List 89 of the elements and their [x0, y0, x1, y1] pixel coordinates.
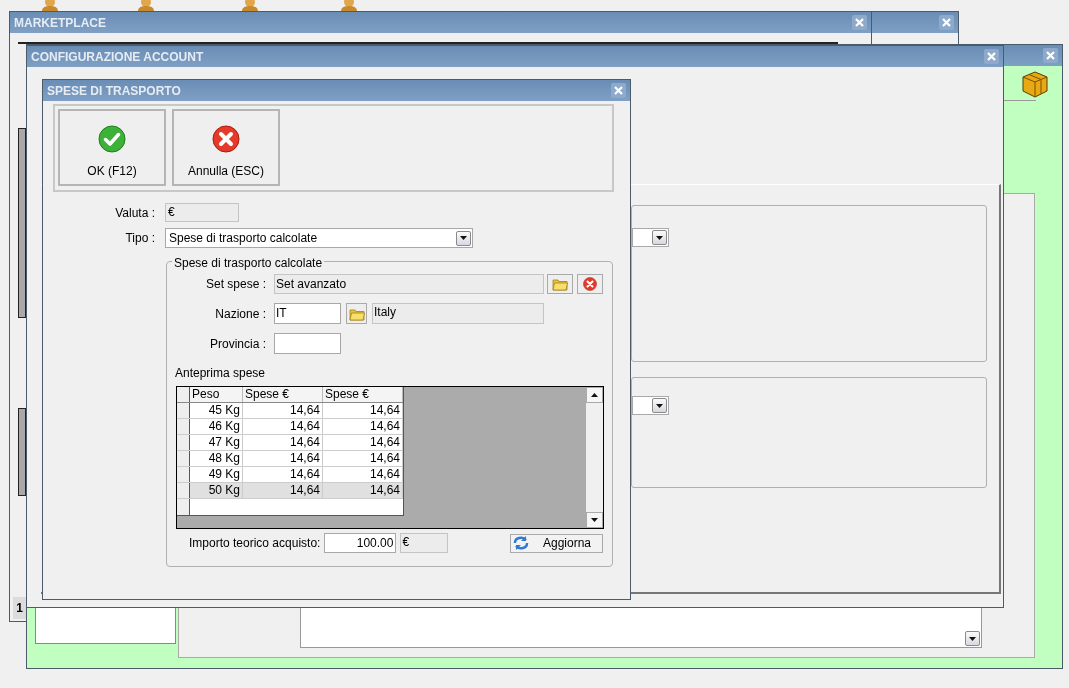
table-cell: 47 Kg: [190, 435, 243, 450]
cancel-icon: [212, 125, 240, 153]
cancel-button[interactable]: Annulla (ESC): [172, 109, 280, 186]
field-label: Tipo :: [124, 230, 155, 247]
table-row[interactable]: 46 Kg 14,64 14,64: [177, 419, 403, 435]
table-cell: 14,64: [243, 419, 323, 434]
table-cell: 14,64: [243, 435, 323, 450]
dropdown-button[interactable]: [456, 230, 471, 246]
column-header: Peso: [190, 387, 243, 402]
row-selector[interactable]: [177, 467, 190, 482]
browse-button[interactable]: [547, 274, 573, 294]
browse-button[interactable]: [346, 303, 367, 324]
scroll-down-icon: [591, 518, 598, 522]
column-header: Spese €: [323, 387, 403, 402]
dropdown-button[interactable]: [652, 398, 667, 413]
close-icon: [855, 18, 864, 27]
close-icon: [942, 18, 951, 27]
clear-button[interactable]: [577, 274, 603, 294]
person-icon: [136, 0, 156, 11]
person-icon: [240, 0, 260, 11]
table-cell: 48 Kg: [190, 451, 243, 466]
amount-field[interactable]: 100.00: [324, 533, 397, 553]
table-cell: 14,64: [323, 435, 403, 450]
dropdown-button[interactable]: [965, 631, 980, 646]
dropdown-button[interactable]: [652, 230, 667, 245]
row-selector[interactable]: [177, 483, 190, 498]
caret-icon: [656, 235, 663, 240]
table-cell: 14,64: [323, 467, 403, 482]
field-label: Valuta :: [114, 204, 155, 222]
table-cell: 14,64: [243, 467, 323, 482]
table-cell: 46 Kg: [190, 419, 243, 434]
table-row[interactable]: 50 Kg 14,64 14,64: [177, 483, 403, 499]
currency-field: €: [165, 203, 239, 222]
column-header: Spese €: [243, 387, 323, 402]
table-cell: 14,64: [243, 451, 323, 466]
person-icon: [40, 0, 60, 11]
country-code-field[interactable]: IT: [274, 303, 341, 324]
checkmark-icon: [98, 125, 126, 153]
ok-button[interactable]: OK (F12): [58, 109, 166, 186]
province-field[interactable]: [274, 333, 341, 354]
table-cell: 14,64: [323, 451, 403, 466]
folder-icon: [552, 277, 568, 291]
row-selector[interactable]: [177, 419, 190, 434]
scrollbar[interactable]: [586, 387, 603, 528]
table-cell: 49 Kg: [190, 467, 243, 482]
close-icon: [1046, 51, 1055, 60]
set-field: Set avanzato: [274, 274, 544, 294]
row-selector[interactable]: [177, 435, 190, 450]
window-title: SPESE DI TRASPORTO: [47, 82, 181, 100]
table-cell: 14,64: [323, 403, 403, 418]
package-box-icon: [1020, 69, 1050, 99]
row-selector: [177, 387, 190, 402]
scroll-up-icon: [591, 393, 598, 397]
page-tab[interactable]: 1: [13, 597, 26, 619]
table-row[interactable]: 48 Kg 14,64 14,64: [177, 451, 403, 467]
window-title: MARKETPLACE: [14, 14, 106, 32]
currency-field: €: [400, 533, 449, 553]
section-label: Anteprima spese: [175, 365, 267, 382]
close-icon: [987, 52, 996, 61]
row-selector[interactable]: [177, 403, 190, 418]
row-selector[interactable]: [177, 451, 190, 466]
table-cell: 14,64: [243, 483, 323, 498]
caret-icon: [460, 236, 467, 240]
table-row[interactable]: 49 Kg 14,64 14,64: [177, 467, 403, 483]
field-label: Importo teorico acquisto:: [189, 535, 321, 552]
cancel-icon: [583, 277, 597, 291]
caret-icon: [656, 403, 663, 408]
folder-icon: [348, 306, 365, 321]
field-label: Set spese :: [204, 276, 266, 293]
caret-icon: [969, 636, 976, 641]
person-icon: [339, 0, 359, 11]
table-cell: 14,64: [323, 419, 403, 434]
field-label: Provincia :: [208, 335, 266, 353]
table-cell: 14,64: [243, 403, 323, 418]
type-select[interactable]: Spese di trasporto calcolate: [165, 228, 473, 248]
window-title: CONFIGURAZIONE ACCOUNT: [31, 48, 204, 66]
row-selector[interactable]: [177, 499, 190, 515]
country-name-field: Italy: [372, 303, 544, 324]
field-label: Nazione :: [214, 305, 266, 323]
refresh-button[interactable]: Aggiorna: [510, 533, 603, 553]
table-cell: 45 Kg: [190, 403, 243, 418]
close-icon: [614, 86, 623, 95]
table-cell: 14,64: [323, 483, 403, 498]
table-row[interactable]: 45 Kg 14,64 14,64: [177, 403, 403, 419]
table-row[interactable]: 47 Kg 14,64 14,64: [177, 435, 403, 451]
table-cell: 50 Kg: [190, 483, 243, 498]
text-area[interactable]: [300, 607, 982, 648]
text-area[interactable]: [35, 607, 176, 644]
refresh-icon: [513, 536, 529, 550]
